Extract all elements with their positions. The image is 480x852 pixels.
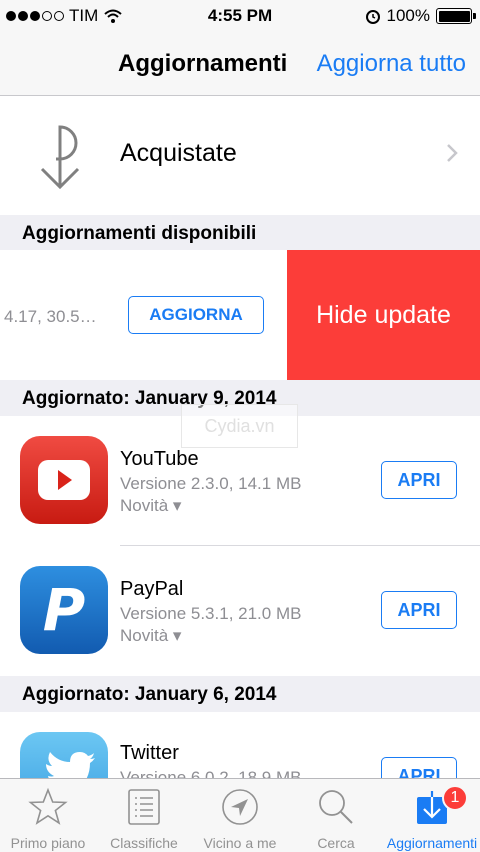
tab-label: Aggiornamenti bbox=[386, 835, 478, 851]
section-header-available: Aggiornamenti disponibili bbox=[0, 215, 480, 250]
app-row-twitter[interactable]: Twitter Versione 6.0.2, 18.9 MB APRI bbox=[0, 712, 480, 778]
purchased-row[interactable]: Acquistate bbox=[0, 97, 480, 215]
tab-label: Primo piano bbox=[10, 835, 86, 851]
status-bar: TIM 4:55 PM 100% bbox=[0, 0, 480, 32]
app-version: Versione 5.3.1, 21.0 MB bbox=[120, 604, 302, 623]
truncated-version-text: 4.17, 30.5… bbox=[4, 307, 97, 326]
paypal-icon: P bbox=[20, 566, 108, 654]
open-button[interactable]: APRI bbox=[381, 757, 457, 778]
page-title: Aggiornamenti bbox=[118, 50, 288, 77]
app-name: YouTube bbox=[120, 448, 199, 470]
navigation-bar: Aggiornamenti Aggiorna tutto bbox=[0, 32, 480, 96]
tab-near-me[interactable]: Vicino a me bbox=[192, 779, 288, 852]
app-version: Versione 6.0.2, 18.9 MB bbox=[120, 768, 302, 778]
tab-featured[interactable]: Primo piano bbox=[0, 779, 96, 852]
star-icon bbox=[28, 787, 68, 825]
tab-label: Cerca bbox=[317, 835, 355, 851]
whats-new-toggle[interactable]: Novità ▾ bbox=[120, 496, 181, 516]
open-button[interactable]: APRI bbox=[381, 591, 457, 629]
location-icon bbox=[222, 789, 258, 825]
hide-update-label: Hide update bbox=[316, 300, 451, 329]
whats-new-toggle[interactable]: Novità ▾ bbox=[120, 626, 181, 646]
battery-percent: 100% bbox=[386, 6, 430, 25]
battery-icon bbox=[436, 8, 476, 24]
update-button[interactable]: AGGIORNA bbox=[128, 296, 264, 334]
svg-text:P: P bbox=[43, 576, 86, 644]
app-name: Twitter bbox=[120, 742, 179, 764]
tab-label: Vicino a me bbox=[203, 835, 277, 851]
watermark-text: Cydia.vn bbox=[204, 415, 275, 436]
updates-badge: 1 bbox=[442, 785, 468, 811]
tab-search[interactable]: Cerca bbox=[288, 779, 384, 852]
open-button[interactable]: APRI bbox=[381, 461, 457, 499]
app-version: Versione 2.3.0, 14.1 MB bbox=[120, 474, 302, 493]
tab-bar: Primo piano Classifiche Vicino a me Cerc… bbox=[0, 778, 480, 852]
app-name: PayPal bbox=[120, 578, 184, 600]
purchased-label: Acquistate bbox=[120, 139, 237, 167]
tab-updates[interactable]: 1 Aggiornamenti bbox=[384, 779, 480, 852]
update-all-button[interactable]: Aggiorna tutto bbox=[317, 50, 466, 78]
chevron-right-icon bbox=[447, 144, 458, 162]
purchased-icon bbox=[40, 125, 80, 190]
search-icon bbox=[319, 790, 353, 824]
hide-update-button[interactable]: Hide update bbox=[287, 250, 480, 380]
app-row-paypal[interactable]: P PayPal Versione 5.3.1, 21.0 MB Novità … bbox=[0, 546, 480, 676]
alarm-icon bbox=[365, 10, 380, 24]
section-header-jan6: Aggiornato: January 6, 2014 bbox=[0, 676, 480, 712]
youtube-icon bbox=[20, 436, 108, 524]
twitter-icon bbox=[20, 732, 108, 778]
tab-top-charts[interactable]: Classifiche bbox=[96, 779, 192, 852]
list-icon bbox=[128, 789, 160, 825]
watermark: Cydia.vn bbox=[181, 404, 298, 448]
tab-label: Classifiche bbox=[110, 835, 178, 851]
